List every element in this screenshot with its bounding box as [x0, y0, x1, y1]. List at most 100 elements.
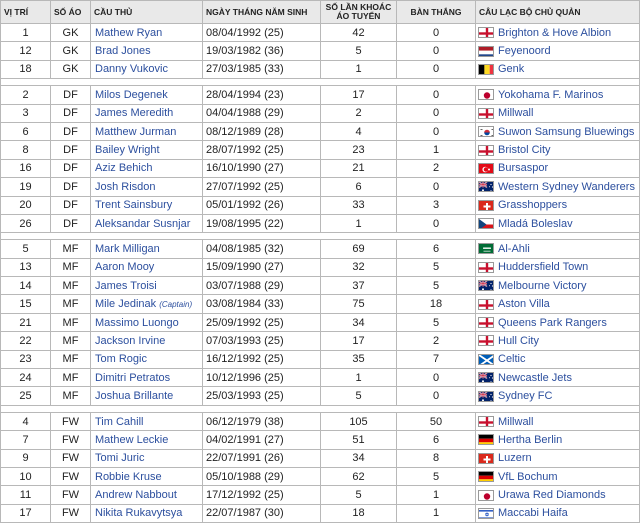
club-cell: Millwall [475, 411, 640, 432]
captain-label: (Captain) [159, 300, 193, 310]
player-name-link[interactable]: Trent Sainsbury [95, 199, 172, 211]
player-name-link[interactable]: Brad Jones [95, 45, 151, 57]
club-cell: Huddersfield Town [475, 257, 640, 278]
shirt-number: 1 [0, 22, 51, 43]
position: MF [50, 386, 91, 406]
caps: 18 [320, 503, 397, 523]
club-link[interactable]: Celtic [498, 353, 526, 365]
player-name-link[interactable]: Jackson Irvine [95, 335, 165, 347]
player-name-link[interactable]: Milos Degenek [95, 89, 168, 101]
england-flag-icon [478, 107, 494, 119]
goals: 0 [396, 368, 476, 388]
date-of-birth: 03/07/1988 (29) [202, 276, 321, 296]
header-position[interactable]: VỊ TRÍ [0, 0, 51, 24]
club-link[interactable]: VfL Bochum [498, 471, 558, 483]
caps: 37 [320, 276, 397, 296]
switzerland-flag-icon [478, 199, 494, 211]
player-name-link[interactable]: James Meredith [95, 107, 173, 119]
date-of-birth: 04/02/1991 (27) [202, 430, 321, 450]
player-name-link[interactable]: Aaron Mooy [95, 261, 154, 273]
club-link[interactable]: Mladá Boleslav [498, 218, 573, 230]
header-club[interactable]: CÂU LẠC BỘ CHỦ QUẢN [475, 0, 640, 24]
date-of-birth: 27/07/1992 (25) [202, 177, 321, 197]
header-caps[interactable]: SỐ LẦN KHOÁC ÁO TUYỂN [320, 0, 397, 24]
player-name-link[interactable]: Mathew Leckie [95, 434, 168, 446]
club-link[interactable]: Queens Park Rangers [498, 317, 607, 329]
club-link[interactable]: Urawa Red Diamonds [498, 489, 606, 501]
player-name-link[interactable]: Tim Cahill [95, 416, 144, 428]
club-link[interactable]: Newcastle Jets [498, 372, 572, 384]
player-row: 18 GK Danny Vukovic 27/03/1985 (33) 1 0 Genk [0, 59, 640, 80]
player-name-link[interactable]: Aleksandar Susnjar [95, 218, 190, 230]
club-cell: Sydney FC [475, 386, 640, 406]
club-link[interactable]: Maccabi Haifa [498, 507, 568, 519]
player-name-link[interactable]: Josh Risdon [95, 181, 156, 193]
header-player[interactable]: CẦU THỦ [90, 0, 203, 24]
player-name-link[interactable]: Bailey Wright [95, 144, 160, 156]
player-name-link[interactable]: Nikita Rukavytsya [95, 507, 182, 519]
player-row: 6 DF Matthew Jurman 08/12/1989 (28) 4 0 Suwon … [0, 121, 640, 142]
player-name-link[interactable]: Mathew Ryan [95, 27, 162, 39]
date-of-birth: 25/03/1993 (25) [202, 386, 321, 406]
caps: 5 [320, 485, 397, 505]
club-link[interactable]: Western Sydney Wanderers [498, 181, 635, 193]
club-cell: Grasshoppers [475, 195, 640, 215]
position: DF [50, 121, 91, 142]
england-flag-icon [478, 261, 494, 273]
club-link[interactable]: Bursaspor [498, 162, 548, 174]
shirt-number: 21 [0, 312, 51, 333]
player-name-link[interactable]: Tomi Juric [95, 452, 145, 464]
player-name-link[interactable]: Aziz Behich [95, 162, 152, 174]
club-link[interactable]: Feyenoord [498, 45, 551, 57]
club-cell: Luzern [475, 448, 640, 468]
club-link[interactable]: Brighton & Hove Albion [498, 27, 611, 39]
player-name-link[interactable]: James Troisi [95, 280, 157, 292]
group-separator [0, 232, 640, 241]
header-goals[interactable]: BÀN THẮNG [396, 0, 476, 24]
player-cell: Dimitri Petratos [90, 368, 203, 388]
club-link[interactable]: Luzern [498, 452, 532, 464]
caps: 21 [320, 158, 397, 179]
club-link[interactable]: Yokohama F. Marinos [498, 89, 603, 101]
player-name-link[interactable]: Mile Jedinak [95, 298, 156, 310]
club-link[interactable]: Bristol City [498, 144, 551, 156]
club-link[interactable]: Suwon Samsung Bluewings [498, 126, 634, 138]
england-flag-icon [478, 335, 494, 347]
club-link[interactable]: Hull City [498, 335, 539, 347]
player-name-link[interactable]: Andrew Nabbout [95, 489, 177, 501]
date-of-birth: 04/04/1988 (29) [202, 103, 321, 123]
club-cell: Maccabi Haifa [475, 503, 640, 523]
belgium-flag-icon [478, 63, 494, 75]
player-name-link[interactable]: Dimitri Petratos [95, 372, 170, 384]
club-link[interactable]: Sydney FC [498, 390, 552, 402]
shirt-number: 12 [0, 41, 51, 61]
player-name-link[interactable]: Tom Rogic [95, 353, 147, 365]
player-name-link[interactable]: Mark Milligan [95, 243, 160, 255]
club-link[interactable]: Grasshoppers [498, 199, 567, 211]
goals: 3 [396, 195, 476, 215]
header-date-of-birth[interactable]: NGÀY THÁNG NĂM SINH [202, 0, 321, 24]
player-name-link[interactable]: Robbie Kruse [95, 471, 162, 483]
player-name-link[interactable]: Danny Vukovic [95, 63, 168, 75]
club-link[interactable]: Hertha Berlin [498, 434, 562, 446]
club-link[interactable]: Melbourne Victory [498, 280, 586, 292]
player-name-link[interactable]: Joshua Brillante [95, 390, 173, 402]
player-cell: James Troisi [90, 276, 203, 296]
position: MF [50, 294, 91, 314]
saudi-arabia-flag-icon [478, 243, 494, 255]
germany-flag-icon [478, 434, 494, 446]
club-cell: Queens Park Rangers [475, 312, 640, 333]
position: DF [50, 177, 91, 197]
player-name-link[interactable]: Massimo Luongo [95, 317, 179, 329]
club-link[interactable]: Al-Ahli [498, 243, 530, 255]
position: GK [50, 22, 91, 43]
club-link[interactable]: Millwall [498, 416, 533, 428]
player-name-link[interactable]: Matthew Jurman [95, 126, 176, 138]
goals: 0 [396, 41, 476, 61]
header-shirt-number[interactable]: SỐ ÁO [50, 0, 91, 24]
club-link[interactable]: Millwall [498, 107, 533, 119]
club-link[interactable]: Genk [498, 63, 524, 75]
club-link[interactable]: Aston Villa [498, 298, 550, 310]
player-cell: Tim Cahill [90, 411, 203, 432]
club-link[interactable]: Huddersfield Town [498, 261, 588, 273]
